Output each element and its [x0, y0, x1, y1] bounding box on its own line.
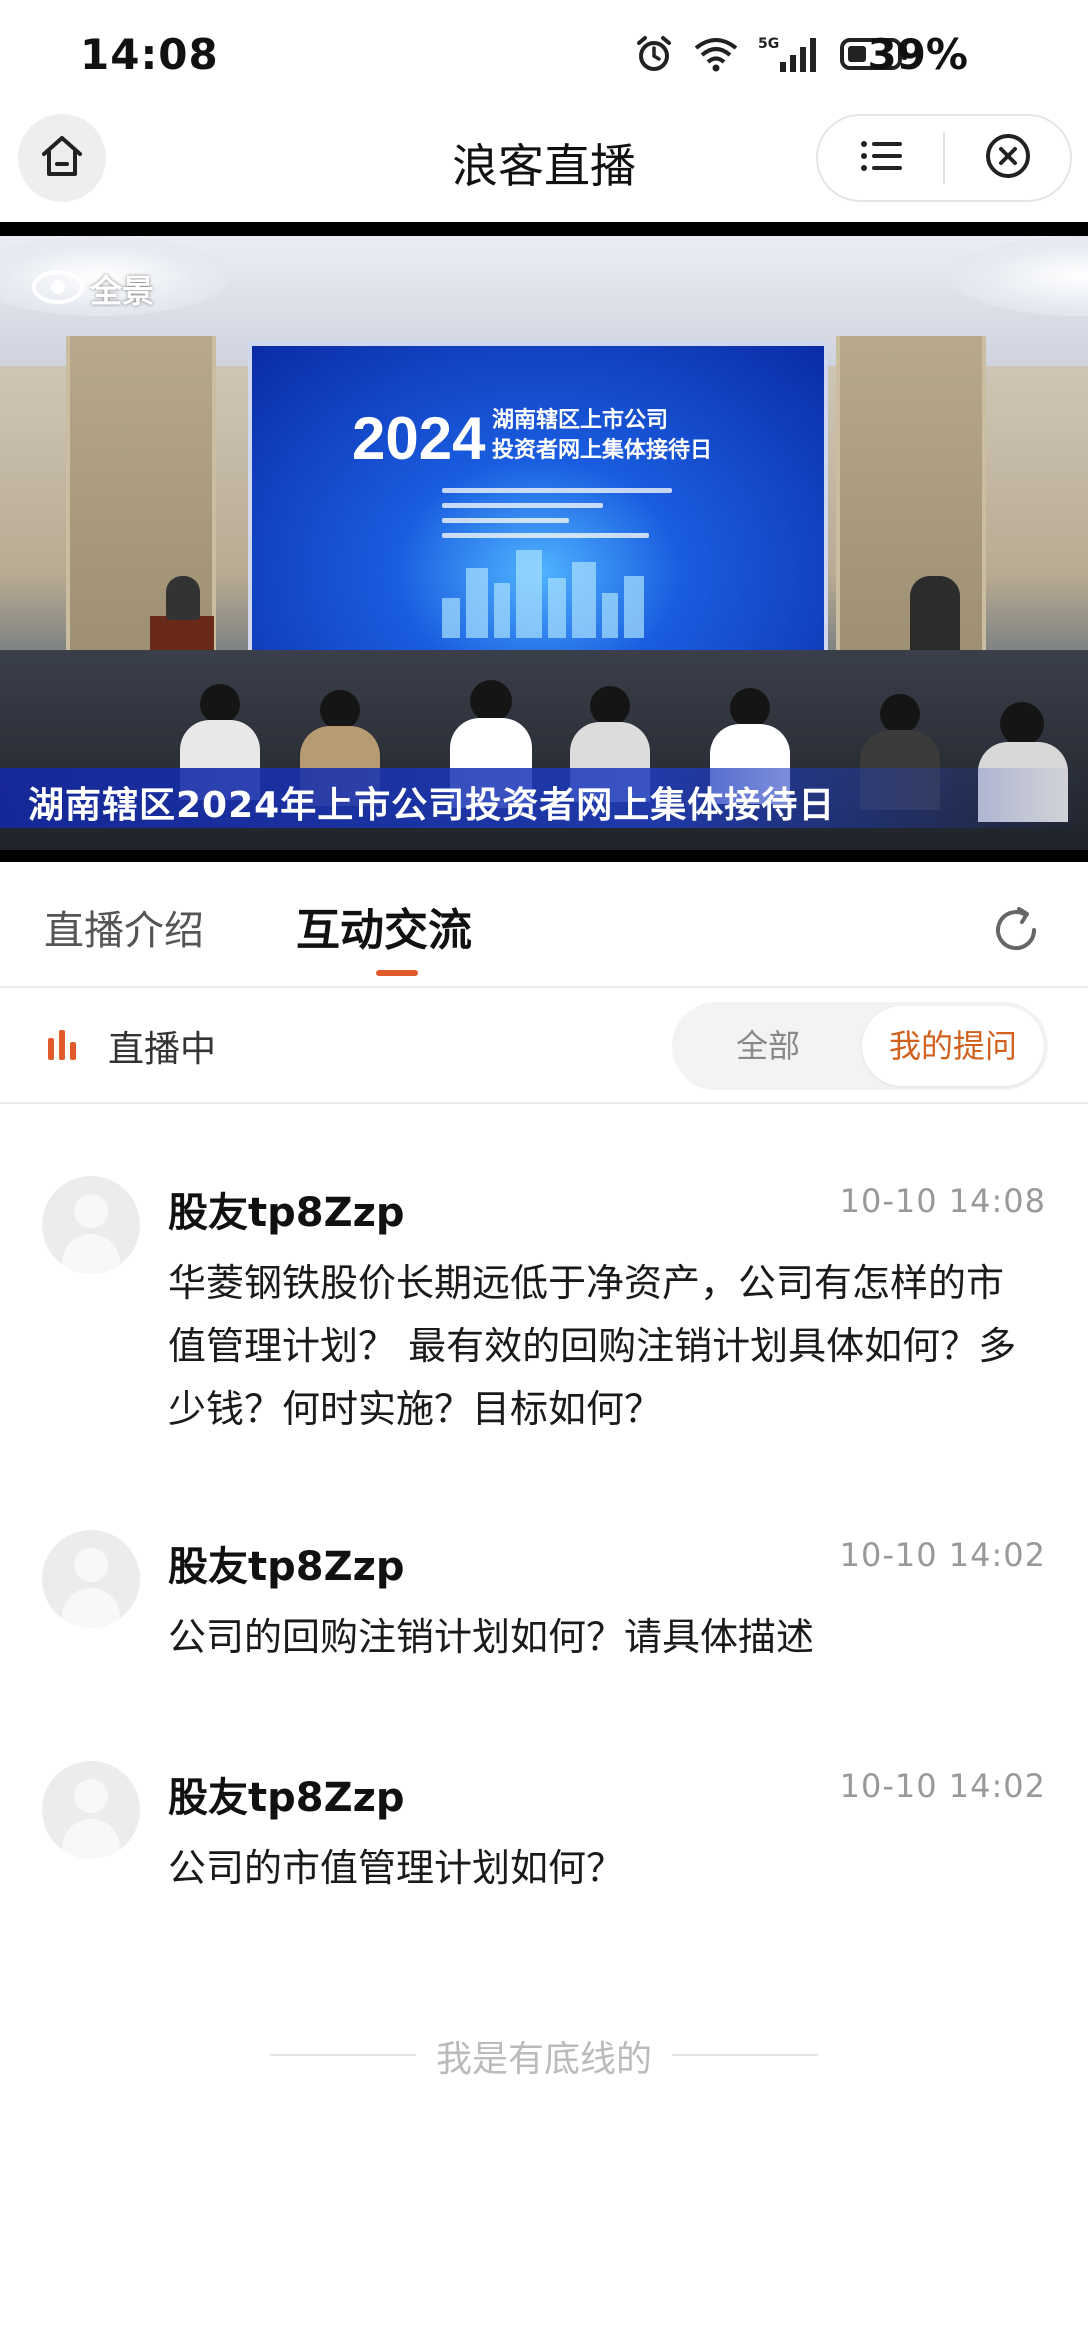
stage-screen: 2024 湖南辖区上市公司 投资者网上集体接待日 [248, 342, 828, 672]
eye-logo-icon [32, 269, 84, 309]
question-text: 华菱钢铁股价长期远低于净资产，公司有怎样的市值管理计划？ 最有效的回购注销计划具… [168, 1261, 1017, 1431]
video-caption: 湖南辖区2024年上市公司投资者网上集体接待日 [28, 785, 836, 826]
question-time: 10-10 14:02 [839, 1767, 1046, 1805]
question-text: 公司的市值管理计划如何？ [168, 1846, 625, 1890]
live-status-label: 直播中 [108, 1029, 217, 1070]
wifi-icon [692, 34, 740, 78]
question-user: 股友tp8Zzp [168, 1544, 405, 1590]
header: 浪客直播 [0, 110, 1088, 222]
avatar [42, 1530, 140, 1628]
divider-right [672, 2054, 818, 2056]
refresh-icon [989, 903, 1043, 961]
question-user: 股友tp8Zzp [168, 1775, 405, 1821]
battery-percent: 39% [867, 30, 968, 79]
avatar [42, 1761, 140, 1859]
screen-city-graphic [432, 548, 652, 638]
list-icon [859, 136, 903, 180]
close-button[interactable] [945, 116, 1070, 200]
active-tab-indicator [376, 970, 418, 976]
status-time: 14:08 [80, 30, 219, 79]
screen-subtitle-lines [442, 488, 672, 548]
video-brand-text: 全景 [90, 272, 155, 310]
miniapp-capsule [816, 114, 1072, 202]
live-bars-icon [46, 1026, 78, 1066]
speaker-figure [166, 576, 200, 620]
svg-text:5G: 5G [758, 36, 779, 52]
filter-my-questions[interactable]: 我的提问 [862, 1006, 1044, 1086]
video-brand-logo: 全景 [32, 266, 154, 312]
refresh-button[interactable] [988, 904, 1044, 960]
screen-title-line2: 投资者网上集体接待日 [492, 438, 713, 463]
video-player[interactable]: 2024 湖南辖区上市公司 投资者网上集体接待日 全景 湖南辖区2024年上市公… [0, 222, 1088, 862]
question-time: 10-10 14:02 [839, 1536, 1046, 1574]
tab-live-intro[interactable]: 直播介绍 [44, 898, 204, 956]
5g-signal-icon: 5G [758, 34, 822, 78]
end-of-list: 我是有底线的 [0, 2030, 1088, 2080]
close-circle-icon [984, 132, 1032, 184]
screen-title-line1: 湖南辖区上市公司 [492, 408, 669, 433]
alarm-icon [634, 34, 674, 78]
video-frame: 2024 湖南辖区上市公司 投资者网上集体接待日 全景 湖南辖区2024年上市公… [0, 236, 1088, 850]
live-status-row: 直播中 全部 我的提问 [0, 990, 1088, 1104]
tab-bar: 直播介绍 互动交流 [0, 862, 1088, 988]
video-caption-bar: 湖南辖区2024年上市公司投资者网上集体接待日 [0, 768, 1088, 828]
question-user: 股友tp8Zzp [168, 1190, 405, 1236]
tab-interaction[interactable]: 互动交流 [296, 894, 472, 958]
question-text: 公司的回购注销计划如何？请具体描述 [168, 1615, 815, 1659]
filter-all[interactable]: 全部 [672, 1002, 864, 1090]
question-time: 10-10 14:08 [839, 1182, 1046, 1220]
status-bar: 14:08 5G 39% [0, 0, 1088, 110]
avatar [42, 1176, 140, 1274]
end-of-list-text: 我是有底线的 [435, 2039, 652, 2080]
screen-year: 2024 [352, 405, 486, 472]
menu-button[interactable] [818, 116, 943, 200]
question-filter: 全部 我的提问 [672, 1002, 1048, 1090]
